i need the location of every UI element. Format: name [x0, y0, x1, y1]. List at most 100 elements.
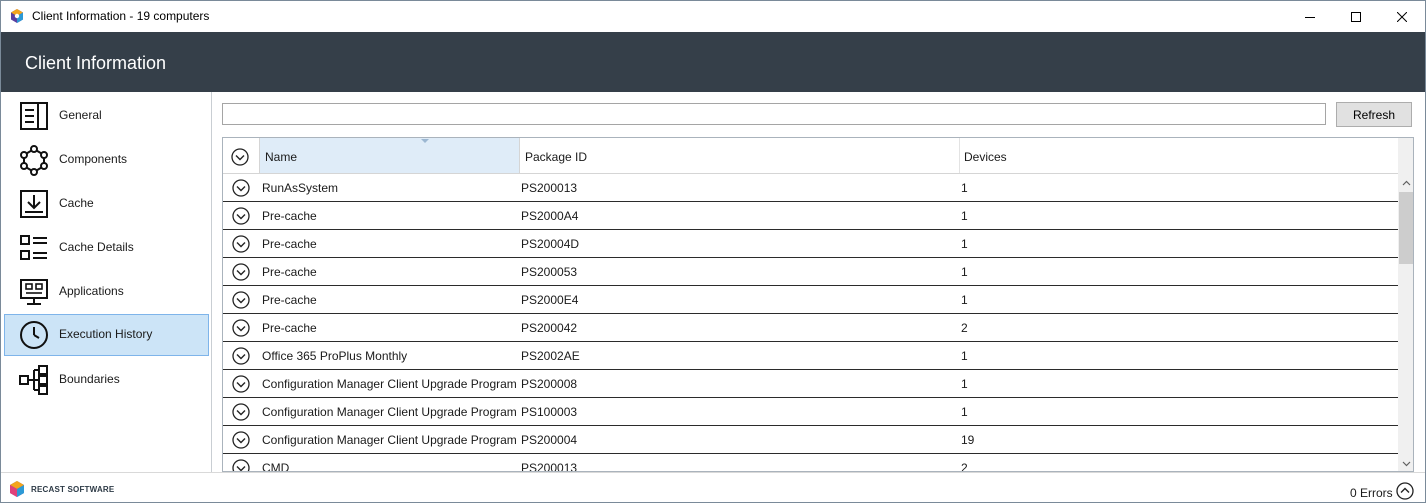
cell-package-id: PS200053 [521, 265, 578, 279]
cell-name: Pre-cache [262, 209, 317, 223]
minimize-icon [1305, 16, 1315, 18]
cell-name: Configuration Manager Client Upgrade Pro… [262, 377, 517, 391]
cell-package-id: PS200008 [521, 377, 578, 391]
sort-ascending-icon [421, 139, 429, 143]
cell-package-id: PS100003 [521, 405, 578, 419]
sidebar-item-label: Cache Details [59, 240, 134, 254]
sidebar-item-applications[interactable]: Applications [4, 271, 209, 313]
minimize-button[interactable] [1287, 1, 1333, 32]
expand-row-icon[interactable] [232, 431, 250, 449]
cell-devices: 1 [961, 349, 968, 363]
table-row[interactable]: Configuration Manager Client Upgrade Pro… [223, 398, 1398, 426]
scrollbar-corner [1398, 138, 1413, 174]
filter-input[interactable] [222, 103, 1326, 125]
cache-icon [20, 190, 48, 218]
sidebar-item-components[interactable]: Components [4, 139, 209, 181]
cell-devices: 2 [961, 321, 968, 335]
sidebar-item-cache-details[interactable]: Cache Details [4, 227, 209, 269]
cell-devices: 1 [961, 181, 968, 195]
status-bar: RECAST SOFTWARE 0 Errors [1, 472, 1425, 502]
applications-icon [20, 279, 48, 305]
clock-icon [20, 321, 48, 349]
cell-package-id: PS200013 [521, 181, 578, 195]
expand-errors-icon[interactable] [1396, 482, 1414, 500]
column-header-devices[interactable]: Devices [960, 138, 1398, 173]
cell-name: Pre-cache [262, 237, 317, 251]
scroll-thumb[interactable] [1399, 192, 1413, 264]
error-count: 0 Errors [1350, 486, 1393, 500]
table-row[interactable]: Pre-cache PS20004D 1 [223, 230, 1398, 258]
sidebar-item-label: Cache [59, 196, 94, 210]
table-row[interactable]: RunAsSystem PS200013 1 [223, 174, 1398, 202]
table-row[interactable]: CMD PS200013 2 [223, 454, 1398, 472]
brand-text: RECAST SOFTWARE [31, 484, 115, 494]
cell-devices: 19 [961, 433, 975, 447]
sidebar-item-label: Applications [59, 284, 124, 298]
cell-name: Office 365 ProPlus Monthly [262, 349, 408, 363]
cell-package-id: PS2000E4 [521, 293, 579, 307]
cell-name: Configuration Manager Client Upgrade Pro… [262, 405, 517, 419]
app-icon [11, 9, 23, 23]
expand-row-icon[interactable] [232, 207, 250, 225]
expand-row-icon[interactable] [232, 347, 250, 365]
scroll-down-button[interactable] [1398, 455, 1413, 471]
sidebar-item-boundaries[interactable]: Boundaries [4, 359, 209, 401]
table-row[interactable]: Office 365 ProPlus Monthly PS2002AE 1 [223, 342, 1398, 370]
expand-row-icon[interactable] [232, 459, 250, 472]
sidebar-item-cache[interactable]: Cache [4, 183, 209, 225]
expand-row-icon[interactable] [232, 375, 250, 393]
cell-devices: 1 [961, 265, 968, 279]
sidebar-item-general[interactable]: General [4, 95, 209, 137]
cell-name: Pre-cache [262, 321, 317, 335]
cell-name: Pre-cache [262, 265, 317, 279]
general-icon [20, 102, 48, 130]
sidebar-item-label: Execution History [59, 327, 153, 341]
expand-row-icon[interactable] [232, 291, 250, 309]
recast-logo: RECAST SOFTWARE [9, 480, 114, 498]
cell-devices: 1 [961, 237, 968, 251]
close-icon [1397, 11, 1407, 22]
cache-details-icon [20, 235, 47, 260]
cell-name: Pre-cache [262, 293, 317, 307]
boundaries-icon [19, 365, 48, 395]
page-title: Client Information [25, 53, 167, 73]
refresh-button[interactable]: Refresh [1336, 102, 1412, 127]
close-button[interactable] [1379, 1, 1425, 32]
cell-package-id: PS2002AE [521, 349, 580, 363]
table-row[interactable]: Pre-cache PS200042 2 [223, 314, 1398, 342]
sidebar-item-label: Boundaries [59, 372, 120, 386]
table-row[interactable]: Pre-cache PS200053 1 [223, 258, 1398, 286]
expand-row-icon[interactable] [232, 319, 250, 337]
expand-row-icon[interactable] [232, 403, 250, 421]
maximize-icon [1351, 11, 1361, 22]
table-row[interactable]: Pre-cache PS2000A4 1 [223, 202, 1398, 230]
vertical-scrollbar[interactable] [1398, 174, 1413, 471]
cell-devices: 2 [961, 461, 968, 472]
cell-package-id: PS200042 [521, 321, 578, 335]
grid-body: RunAsSystem PS200013 1 Pre-cache PS2000A4 1 Pr… [223, 174, 1398, 472]
cell-package-id: PS20004D [521, 237, 580, 251]
cell-devices: 1 [961, 209, 968, 223]
components-icon [20, 145, 48, 176]
sidebar-item-execution-history[interactable]: Execution History [4, 314, 209, 356]
expand-row-icon[interactable] [232, 235, 250, 253]
maximize-button[interactable] [1333, 1, 1379, 32]
expand-row-icon[interactable] [232, 263, 250, 281]
cell-devices: 1 [961, 377, 968, 391]
sidebar: General Components Cache Cache Details A… [1, 92, 212, 472]
cell-devices: 1 [961, 293, 968, 307]
cell-package-id: PS2000A4 [521, 209, 579, 223]
scroll-up-button[interactable] [1398, 174, 1413, 191]
expand-row-icon[interactable] [232, 179, 250, 197]
table-row[interactable]: Configuration Manager Client Upgrade Pro… [223, 426, 1398, 454]
expand-all-icon[interactable] [231, 148, 249, 166]
sidebar-item-label: Components [59, 152, 128, 166]
column-header-package-id[interactable]: Package ID [520, 138, 960, 173]
grid-header: Name Package ID Devices [223, 138, 1398, 174]
sidebar-item-label: General [59, 108, 102, 122]
table-row[interactable]: Configuration Manager Client Upgrade Pro… [223, 370, 1398, 398]
cell-package-id: PS200004 [521, 433, 578, 447]
cell-name: Configuration Manager Client Upgrade Pro… [262, 433, 517, 447]
column-header-name[interactable]: Name [259, 138, 520, 173]
table-row[interactable]: Pre-cache PS2000E4 1 [223, 286, 1398, 314]
